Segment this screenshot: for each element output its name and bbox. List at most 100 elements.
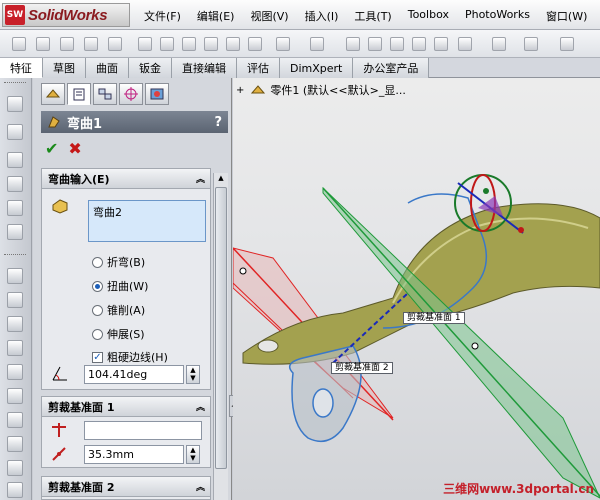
checkbox-box[interactable]: ✓ [92,351,103,363]
toolbar-grip[interactable] [4,82,26,84]
boundary-icon[interactable] [108,37,122,51]
offset-spinner[interactable]: ▲ ▼ [186,445,200,464]
reference-entity-icon [52,423,66,437]
angle-spinner[interactable]: ▲ ▼ [186,365,200,384]
feature-manager-tab[interactable] [41,83,65,105]
composite-curve-icon[interactable] [7,224,23,240]
instant3d-icon[interactable] [560,37,574,51]
trim-plane-2-callout[interactable]: 剪裁基准面 2 [331,362,393,374]
display-manager-tab[interactable] [145,83,169,105]
collapse-icon[interactable]: ︽ [196,480,205,493]
curve-icon[interactable] [7,124,23,140]
trim-plane-1-callout[interactable]: 剪裁基准面 1 [403,312,465,324]
expand-icon[interactable]: + [236,85,244,96]
extrude-icon[interactable] [12,37,26,51]
cancel-button[interactable]: ✖ [68,139,81,158]
tab-surfaces[interactable]: 曲面 [86,58,129,78]
sweep-icon[interactable] [60,37,74,51]
ok-button[interactable]: ✔ [45,139,58,158]
bend-input-header[interactable]: 弯曲输入(E) ︽ [42,169,210,189]
split-line-icon[interactable] [7,200,23,216]
intersect-icon[interactable] [434,37,448,51]
trim-plane-1-header[interactable]: 剪裁基准面 1 ︽ [42,397,210,417]
cut-sweep-icon[interactable] [182,37,196,51]
graphics-area[interactable]: + 零件1 (默认<<默认>_显... 剪裁基准面 1 剪裁基准面 2 三维网w… [233,78,600,500]
configuration-manager-tab[interactable] [93,83,117,105]
radio-tapering[interactable]: 锥削(A) [92,302,145,318]
move-body-icon[interactable] [7,482,23,498]
bodies-to-flex-list[interactable]: 弯曲2 [88,200,206,242]
cut-revolve-icon[interactable] [160,37,174,51]
trim-plane-1-reference-input[interactable] [84,421,202,440]
dome-icon[interactable] [412,37,426,51]
loft-icon[interactable] [84,37,98,51]
tab-dimxpert[interactable]: DimXpert [280,58,354,78]
radio-dot[interactable] [92,328,103,340]
mirror-icon[interactable] [458,37,472,51]
wrap-icon[interactable] [390,37,404,51]
curves-icon[interactable] [524,37,538,51]
cut-extrude-icon[interactable] [138,37,152,51]
radio-dot[interactable] [92,280,103,292]
fillet-icon[interactable] [226,37,240,51]
flex-icon[interactable] [7,268,23,284]
triad-handle [483,188,489,194]
tab-sketch[interactable]: 草图 [43,58,86,78]
help-icon[interactable]: ? [214,115,222,130]
tab-features[interactable]: 特征 [0,58,43,78]
menu-photoworks[interactable]: PhotoWorks [457,8,538,24]
toolbar-grip[interactable] [4,254,26,256]
radio-stretching[interactable]: 伸展(S) [92,326,145,342]
hard-edges-checkbox[interactable]: ✓ 粗硬边线(H) [92,349,168,365]
tab-office-products[interactable]: 办公室产品 [353,58,430,78]
chamfer-icon[interactable] [248,37,262,51]
spline-icon[interactable] [7,152,23,168]
radio-twisting[interactable]: 扭曲(W) [92,278,148,294]
trim-plane-1-offset-input[interactable]: 35.3mm [84,445,184,464]
menu-tools[interactable]: 工具(T) [346,8,399,24]
reference-geometry-icon[interactable] [492,37,506,51]
radio-bending[interactable]: 折弯(B) [92,254,145,270]
menu-window[interactable]: 窗口(W) [538,8,595,24]
pattern-icon[interactable] [310,37,324,51]
scroll-up-arrow[interactable]: ▲ [215,174,227,186]
menu-file[interactable]: 文件(F) [136,8,189,24]
scroll-thumb[interactable] [215,187,227,469]
mount-hole [257,339,279,353]
part-tree-label[interactable]: 零件1 (默认<<默认>_显... [270,82,405,98]
revolve-icon[interactable] [36,37,50,51]
property-manager-tab[interactable] [67,83,91,105]
trim-plane-2-header[interactable]: 剪裁基准面 2 ︽ [42,477,210,497]
draft-icon[interactable] [368,37,382,51]
combine-icon[interactable] [7,460,23,476]
split-icon[interactable] [7,436,23,452]
replace-face-icon[interactable] [7,412,23,428]
angle-input[interactable]: 104.41deg [84,365,184,384]
radio-dot[interactable] [92,256,103,268]
indent-icon[interactable] [7,316,23,332]
cut-loft-icon[interactable] [204,37,218,51]
move-face-icon[interactable] [7,364,23,380]
menu-view[interactable]: 视图(V) [242,8,296,24]
menu-toolbox[interactable]: Toolbox [400,8,457,24]
solidworks-logo[interactable]: SW SolidWorks [2,3,130,27]
feature-tree-flyout[interactable]: + 零件1 (默认<<默认>_显... [236,82,406,98]
tab-sheet-metal[interactable]: 钣金 [129,58,172,78]
radio-dot[interactable] [92,304,103,316]
rib-icon[interactable] [276,37,290,51]
property-manager-scrollbar[interactable]: ▲ [213,173,228,500]
freeform-icon[interactable] [7,340,23,356]
tab-evaluate[interactable]: 评估 [237,58,280,78]
menu-insert[interactable]: 插入(I) [297,8,347,24]
helix-icon[interactable] [7,176,23,192]
tab-direct-editing[interactable]: 直接编辑 [172,58,237,78]
menu-edit[interactable]: 编辑(E) [189,8,243,24]
deform-icon[interactable] [7,292,23,308]
delete-face-icon[interactable] [7,388,23,404]
collapse-icon[interactable]: ︽ [196,172,205,185]
shell-icon[interactable] [346,37,360,51]
sketch-plane-icon[interactable] [7,96,23,112]
collapse-icon[interactable]: ︽ [196,400,205,413]
selected-body-item[interactable]: 弯曲2 [93,204,201,220]
dimxpert-manager-tab[interactable] [119,83,143,105]
